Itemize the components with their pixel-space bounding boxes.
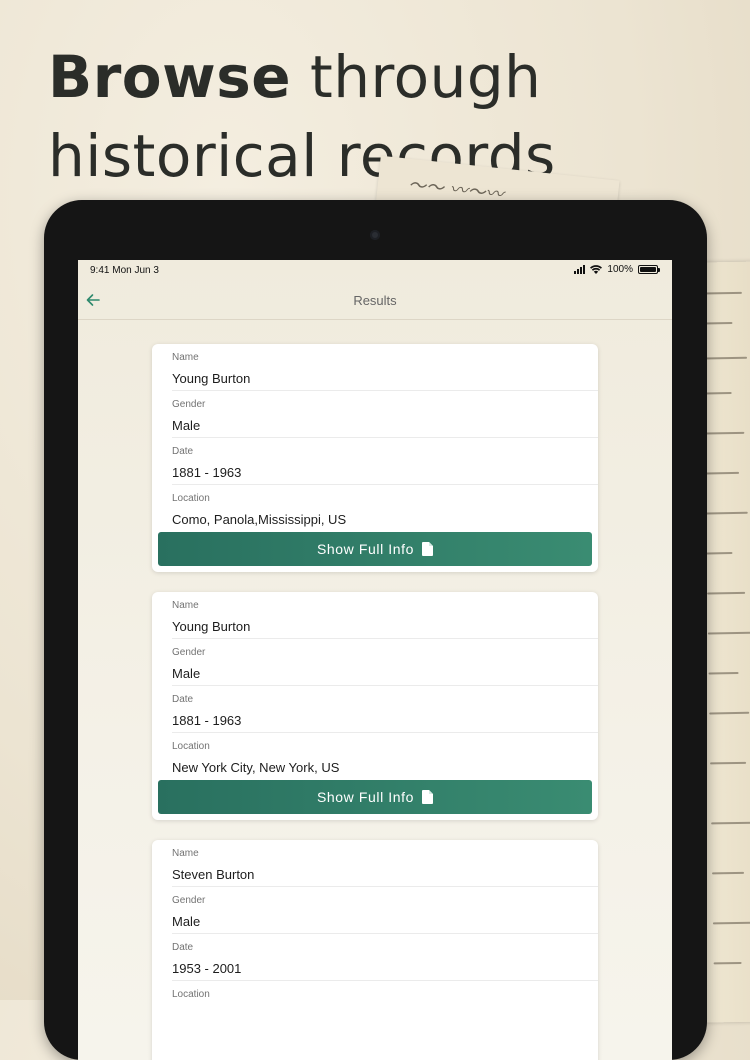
- document-icon: [422, 790, 434, 804]
- record-field-gender: Gender Male: [172, 639, 598, 686]
- show-full-info-button[interactable]: Show Full Info: [158, 532, 592, 566]
- show-full-info-button[interactable]: Show Full Info: [158, 780, 592, 814]
- navigation-bar: Results: [78, 282, 672, 320]
- status-bar: 9:41 Mon Jun 3 100%: [78, 260, 672, 282]
- record-field-name: Name Young Burton: [172, 344, 598, 391]
- ipad-device: 9:41 Mon Jun 3 100% Results Name Young Bu…: [44, 200, 707, 1060]
- cellular-signal-icon: [574, 265, 586, 274]
- record-field-date: Date 1881 - 1963: [172, 686, 598, 733]
- app-screen: 9:41 Mon Jun 3 100% Results Name Young Bu…: [78, 260, 672, 1060]
- record-field-location: Location: [172, 989, 210, 1000]
- camera-dot: [370, 230, 380, 240]
- record-field-name: Name Steven Burton: [172, 840, 598, 887]
- record-field-gender: Gender Male: [172, 391, 598, 438]
- record-field-date: Date 1881 - 1963: [172, 438, 598, 485]
- status-time: 9:41 Mon Jun 3: [90, 265, 159, 276]
- record-field-name: Name Young Burton: [172, 592, 598, 639]
- wifi-icon: [590, 265, 603, 274]
- record-field-location: Location New York City, New York, US: [172, 741, 340, 775]
- record-field-gender: Gender Male: [172, 887, 598, 934]
- record-field-location: Location Como, Panola,Mississippi, US: [172, 493, 347, 527]
- nav-title: Results: [353, 293, 397, 308]
- headline-bold: Browse: [48, 43, 292, 111]
- record-card: Name Young Burton Gender Male Date 1881 - 1…: [152, 344, 598, 572]
- record-card: Name Young Burton Gender Male Date 1881 - 1…: [152, 592, 598, 820]
- status-indicators: 100%: [574, 264, 660, 275]
- battery-percent: 100%: [607, 264, 633, 275]
- headline-rest: through: [291, 43, 542, 111]
- battery-icon: [638, 265, 660, 274]
- document-icon: [422, 542, 434, 556]
- record-field-date: Date 1953 - 2001: [172, 934, 598, 981]
- record-card: Name Steven Burton Gender Male Date 1953 - …: [152, 840, 598, 1060]
